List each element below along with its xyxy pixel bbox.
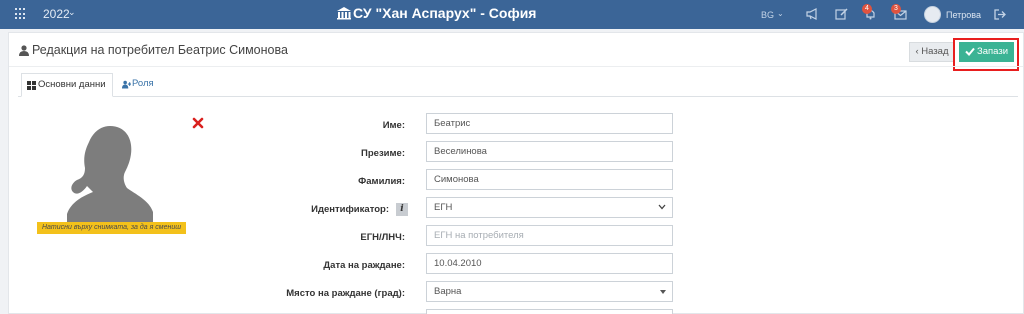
change-photo-hint[interactable]: Натисни върху снимката, за да я смениш bbox=[37, 222, 186, 234]
last-name-field[interactable]: Симонова bbox=[426, 169, 673, 190]
notifications-badge: 4 bbox=[862, 4, 872, 14]
th-large-icon bbox=[27, 81, 36, 90]
back-button[interactable]: ‹ Назад bbox=[909, 42, 955, 62]
identifier-label: Идентификатор: bbox=[311, 204, 389, 215]
top-navigation-bar: 2022 ⌄ СУ "Хан Аспарух" - София BG ⌄ 4 3… bbox=[0, 0, 1024, 29]
user-icon bbox=[19, 45, 29, 56]
tab-bar: Основни данни Роля bbox=[18, 73, 1018, 97]
info-icon[interactable]: i bbox=[396, 203, 408, 216]
chevron-left-icon: ‹ bbox=[915, 46, 919, 57]
divider bbox=[9, 66, 1023, 67]
first-name-value: Беатрис bbox=[434, 118, 471, 129]
profile-photo[interactable] bbox=[65, 122, 155, 224]
middle-name-label: Презиме: bbox=[361, 148, 405, 159]
birth-place-value: Варна bbox=[434, 286, 462, 297]
username[interactable]: Петрова bbox=[946, 10, 981, 20]
school-name: СУ "Хан Аспарух" - София bbox=[353, 5, 537, 21]
middle-name-field[interactable]: Веселинова bbox=[426, 141, 673, 162]
identifier-select[interactable]: ЕГН bbox=[426, 197, 673, 218]
caret-down-icon bbox=[660, 290, 666, 294]
birth-date-value: 10.04.2010 bbox=[434, 258, 482, 269]
last-name-value: Симонова bbox=[434, 174, 479, 185]
content-panel: Редакция на потребител Беатрис Симонова … bbox=[8, 32, 1024, 314]
save-button[interactable]: Запази bbox=[959, 42, 1014, 62]
identifier-value: ЕГН bbox=[434, 202, 453, 213]
birth-date-label: Дата на раждане: bbox=[323, 260, 405, 271]
chevron-down-icon[interactable]: ⌄ bbox=[777, 9, 784, 18]
egn-placeholder: ЕГН на потребителя bbox=[434, 230, 524, 241]
last-name-label: Фамилия: bbox=[358, 176, 405, 187]
page-title: Редакция на потребител Беатрис Симонова bbox=[32, 43, 288, 57]
chevron-down-icon[interactable]: ⌄ bbox=[68, 7, 76, 18]
birth-place-select[interactable]: Варна bbox=[426, 281, 673, 302]
avatar[interactable] bbox=[924, 6, 941, 23]
tab-label: Роля bbox=[132, 78, 154, 89]
tab-label: Основни данни bbox=[38, 79, 106, 90]
back-button-label: Назад bbox=[921, 46, 949, 57]
next-field-partial[interactable] bbox=[426, 309, 673, 314]
remove-photo-icon[interactable] bbox=[192, 117, 204, 129]
birth-place-label: Място на раждане (град): bbox=[286, 288, 405, 299]
egn-field[interactable]: ЕГН на потребителя bbox=[426, 225, 673, 246]
apps-grid-icon[interactable] bbox=[15, 8, 27, 20]
tab-basic-data[interactable]: Основни данни bbox=[21, 73, 113, 97]
egn-label: ЕГН/ЛНЧ: bbox=[360, 232, 405, 243]
tab-role[interactable]: Роля bbox=[117, 73, 177, 97]
language-selector[interactable]: BG bbox=[761, 10, 774, 20]
megaphone-icon[interactable] bbox=[806, 8, 819, 20]
logout-icon[interactable] bbox=[994, 9, 1006, 20]
save-button-label: Запази bbox=[977, 46, 1009, 57]
user-plus-icon bbox=[122, 80, 131, 89]
messages-badge: 3 bbox=[891, 4, 901, 14]
birth-date-field[interactable]: 10.04.2010 bbox=[426, 253, 673, 274]
first-name-label: Име: bbox=[382, 120, 405, 131]
first-name-field[interactable]: Беатрис bbox=[426, 113, 673, 134]
chevron-down-icon bbox=[658, 204, 666, 210]
check-icon bbox=[965, 47, 975, 56]
middle-name-value: Веселинова bbox=[434, 146, 487, 157]
year-selector[interactable]: 2022 bbox=[43, 7, 70, 21]
edit-icon[interactable] bbox=[835, 8, 848, 20]
school-icon bbox=[337, 7, 351, 20]
